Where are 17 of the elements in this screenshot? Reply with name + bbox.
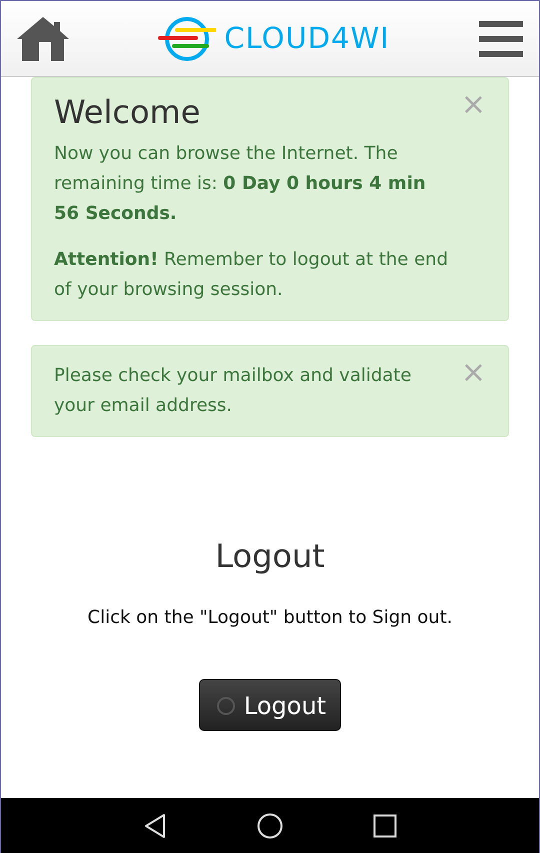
logout-heading: Logout [214,536,326,578]
alert-title: Welcome [54,93,202,132]
close-button[interactable]: × [460,358,486,388]
menu-icon[interactable] [479,20,523,56]
logout-button[interactable]: Logout [198,679,342,732]
alert-message: Attention! Remember to logout at the end of your browsing session. [54,248,449,302]
alert-message: Now you can browse the Internet. The remaining time is: 0 Day 0 hours 4 min 56 Seconds. [54,142,427,226]
logo-text: CLOUD4WI [224,24,390,53]
power-icon [216,696,236,716]
home-icon[interactable] [17,16,69,60]
recents-icon[interactable] [373,814,397,838]
back-icon[interactable] [143,812,167,838]
alert-message: Please check your mailbox and validate your email address. [54,364,412,418]
close-button[interactable]: × [460,90,486,120]
home-icon[interactable] [257,812,283,838]
logo-icon [158,16,216,62]
logout-instructions: Click on the "Logout" button to Sign out. [86,606,454,630]
